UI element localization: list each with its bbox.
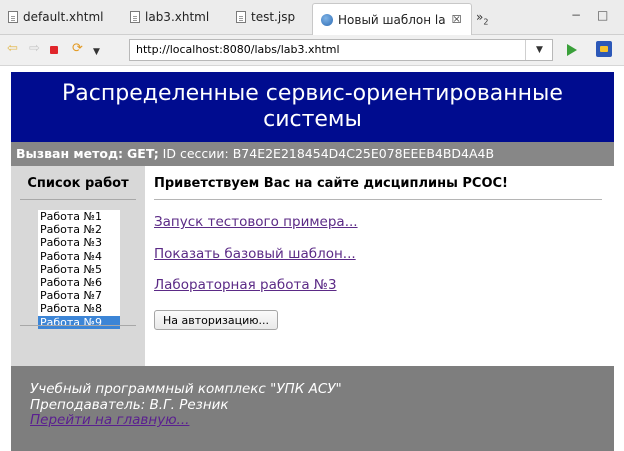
extension-icon[interactable]	[596, 41, 612, 57]
tab-label: test.jsp	[251, 10, 296, 24]
page-title: Распределенные сервис-ориентированные си…	[62, 81, 563, 132]
auth-button[interactable]: На авторизацию...	[154, 310, 278, 330]
work-item[interactable]: Работа №8	[38, 302, 120, 315]
divider	[20, 325, 136, 326]
divider	[154, 199, 602, 200]
base-template-link[interactable]: Показать базовый шаблон...	[154, 246, 356, 262]
work-item[interactable]: Работа №2	[38, 223, 120, 236]
tab-test-jsp[interactable]: test.jsp	[236, 4, 312, 30]
file-icon	[130, 11, 140, 23]
session-label: ID сессии:	[162, 146, 229, 161]
work-item[interactable]: Работа №1	[38, 210, 120, 223]
tab-new-template[interactable]: Новый шаблон la ☒	[312, 3, 472, 35]
url-history-dropdown-icon[interactable]: ▼	[525, 40, 553, 60]
method-label: Вызван метод:	[16, 146, 124, 161]
dropdown-icon[interactable]: ▼	[93, 44, 100, 60]
globe-icon	[321, 13, 333, 26]
url-text: http://localhost:8080/labs/lab3.xhtml	[136, 43, 340, 56]
go-icon[interactable]	[567, 44, 577, 56]
work-item[interactable]: Работа №9	[38, 315, 120, 329]
overflow-count: 2	[483, 17, 489, 27]
work-item[interactable]: Работа №4	[38, 250, 120, 263]
page-footer: Учебный программный комплекс "УПК АСУ" П…	[11, 366, 614, 451]
lab3-link[interactable]: Лабораторная работа №3	[154, 277, 337, 293]
work-item[interactable]: Работа №3	[38, 236, 120, 249]
info-bar: Вызван метод: GET; ID сессии: B74E2E2184…	[11, 142, 614, 166]
tab-label: Новый шаблон la	[338, 12, 446, 27]
minimize-button[interactable]: −	[571, 8, 581, 22]
work-item[interactable]: Работа №5	[38, 263, 120, 276]
work-item[interactable]: Работа №7	[38, 289, 120, 302]
sidebar-title: Список работ	[27, 176, 129, 191]
tab-overflow-button[interactable]: »2	[476, 10, 488, 26]
works-listbox[interactable]: Работа №1 Работа №2 Работа №3 Работа №4 Рабо…	[38, 210, 120, 329]
footer-complex-name: Учебный программный комплекс "УПК АСУ"	[30, 381, 342, 397]
browser-toolbar: ⇦ ⇨ ⟳ ▼ http://localhost:8080/labs/lab3.…	[0, 35, 624, 66]
tab-default-xhtml[interactable]: default.xhtml	[8, 4, 120, 30]
stop-icon[interactable]	[50, 46, 58, 54]
tab-label: lab3.xhtml	[145, 10, 210, 24]
welcome-heading: Приветствуем Вас на сайте дисциплины РСО…	[154, 176, 508, 191]
url-field[interactable]: http://localhost:8080/labs/lab3.xhtml	[129, 39, 553, 61]
editor-tab-bar: default.xhtml lab3.xhtml test.jsp Новый …	[0, 0, 624, 35]
back-arrow-icon[interactable]: ⇦	[7, 41, 18, 57]
maximize-button[interactable]: □	[597, 8, 608, 22]
tab-lab3-xhtml[interactable]: lab3.xhtml	[130, 4, 226, 30]
web-page: Распределенные сервис-ориентированные си…	[11, 72, 614, 451]
refresh-icon[interactable]: ⟳	[72, 41, 83, 57]
page-header: Распределенные сервис-ориентированные си…	[11, 72, 614, 142]
file-icon	[236, 11, 246, 23]
session-id: B74E2E218454D4C25E078EEEB4BD4A4B	[232, 146, 495, 161]
method-value: GET;	[127, 146, 159, 161]
file-icon	[8, 11, 18, 23]
divider	[20, 199, 136, 200]
tab-label: default.xhtml	[23, 10, 104, 24]
home-link[interactable]: Перейти на главную...	[30, 412, 189, 428]
footer-teacher: Преподаватель: В.Г. Резник	[30, 396, 229, 413]
sidebar: Список работ Работа №1 Работа №2 Работа №3…	[11, 166, 145, 366]
forward-arrow-icon[interactable]: ⇨	[29, 41, 40, 57]
work-item[interactable]: Работа №6	[38, 276, 120, 289]
test-example-link[interactable]: Запуск тестового примера...	[154, 214, 358, 230]
close-icon[interactable]: ☒	[452, 13, 462, 26]
main-content: Приветствуем Вас на сайте дисциплины РСО…	[145, 166, 614, 366]
